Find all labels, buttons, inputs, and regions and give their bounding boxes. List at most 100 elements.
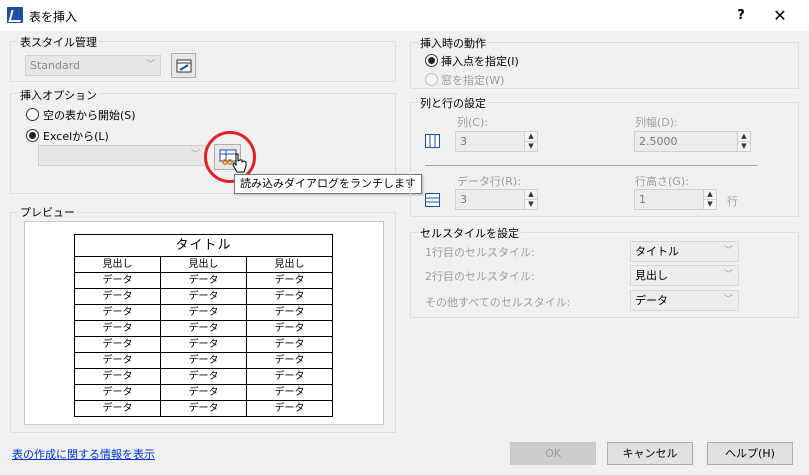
row-height-input[interactable]: 1 xyxy=(634,189,704,210)
preview-data-cell: データ xyxy=(74,272,161,289)
ok-button[interactable]: OK xyxy=(510,442,596,465)
column-width-input[interactable]: 2.5000 xyxy=(634,131,738,152)
preview-table: タイトル 見出し 見出し 見出し データ データ データ データ データ データ データ データデ… xyxy=(74,234,333,417)
table-style-select[interactable]: Standard ﹀ xyxy=(25,55,161,76)
chevron-down-icon: ﹀ xyxy=(145,60,155,70)
preview-data-cell: データ xyxy=(160,288,247,305)
preview-data-cell: データ xyxy=(160,320,247,337)
data-rows-spinner[interactable]: ▲ ▼ xyxy=(524,189,538,210)
preview-data-cell: データ xyxy=(74,384,161,401)
preview-data-cell: データ xyxy=(246,304,333,321)
preview-data-cell: データ xyxy=(74,320,161,337)
column-width-spinner[interactable]: ▲ ▼ xyxy=(737,131,751,152)
preview-header-cell: 見出し xyxy=(74,256,161,273)
other-rows-style-value: データ xyxy=(635,294,668,307)
second-row-style-value: 見出し xyxy=(635,269,668,282)
rows-cols-group-label: 列と行の設定 xyxy=(418,95,488,111)
preview-data-cell: データ xyxy=(246,368,333,385)
preview-data-cell: データ xyxy=(160,272,247,289)
title-bar xyxy=(0,0,809,31)
preview-data-row: データ データ データ xyxy=(74,336,333,353)
preview-data-cell: データ xyxy=(160,304,247,321)
edit-style-icon xyxy=(176,59,192,73)
preview-data-row: データ データ データ xyxy=(74,272,333,289)
data-rows-label: データ行(R): xyxy=(457,175,521,188)
preview-data-row: データ データ データ xyxy=(74,304,333,321)
cursor-hand-icon xyxy=(232,153,247,173)
preview-data-cell: データ xyxy=(160,368,247,385)
table-style-group-label: 表スタイル管理 xyxy=(18,34,99,50)
preview-data-cell: データ xyxy=(160,400,247,417)
table-style-value: Standard xyxy=(30,59,81,72)
insertion-point-radio[interactable] xyxy=(425,54,438,67)
preview-title-cell: タイトル xyxy=(74,234,333,257)
preview-data-cell: データ xyxy=(74,288,161,305)
preview-header-cell: 見出し xyxy=(246,256,333,273)
preview-data-row: データ データ データ xyxy=(74,400,333,417)
preview-data-cell: データ xyxy=(246,272,333,289)
chevron-down-icon: ﹀ xyxy=(723,270,733,280)
window-radio[interactable] xyxy=(425,73,438,86)
preview-data-cell: データ xyxy=(74,400,161,417)
preview-data-cell: データ xyxy=(246,352,333,369)
column-width-label: 列幅(D): xyxy=(635,116,678,129)
preview-data-row: データ データ データ xyxy=(74,320,333,337)
columns-input[interactable]: 3 xyxy=(455,131,525,152)
columns-spinner[interactable]: ▲ ▼ xyxy=(524,131,538,152)
close-button[interactable]: ✕ xyxy=(763,4,797,28)
insertion-point-label: 挿入点を指定(I) xyxy=(441,55,519,68)
row-unit-label: 行 xyxy=(727,195,738,208)
insert-behavior-group-label: 挿入時の動作 xyxy=(418,35,488,51)
cancel-button[interactable]: キャンセル xyxy=(607,442,693,465)
preview-data-cell: データ xyxy=(246,400,333,417)
other-rows-style-select[interactable]: データ ﹀ xyxy=(630,290,739,311)
columns-icon xyxy=(425,134,440,148)
window-title: 表を挿入 xyxy=(29,10,78,24)
import-tooltip: 読み込みダイアログをランチします xyxy=(234,174,422,194)
first-row-style-label: 1行目のセルスタイル: xyxy=(425,246,535,259)
data-rows-input[interactable]: 3 xyxy=(455,189,525,210)
table-style-dialog-button[interactable] xyxy=(171,53,196,78)
from-excel-label: Excelから(L) xyxy=(43,130,109,143)
help-button[interactable]: ヘルプ(H) xyxy=(707,442,793,465)
preview-data-row: データ データ データ xyxy=(74,288,333,305)
row-height-label: 行高さ(G): xyxy=(635,175,689,188)
preview-header-cell: 見出し xyxy=(160,256,247,273)
app-icon xyxy=(7,7,23,23)
preview-data-row: データ データ データ xyxy=(74,384,333,401)
preview-data-cell: データ xyxy=(74,368,161,385)
preview-data-cell: データ xyxy=(160,352,247,369)
preview-data-cell: データ xyxy=(246,320,333,337)
preview-data-cell: データ xyxy=(246,336,333,353)
rows-icon xyxy=(425,193,440,207)
preview-data-row: データ データ データ xyxy=(74,352,333,369)
rows-cols-divider xyxy=(425,165,757,166)
preview-group-label: プレビュー xyxy=(18,204,77,220)
chevron-down-icon: ﹀ xyxy=(190,150,200,160)
preview-data-cell: データ xyxy=(74,304,161,321)
empty-table-radio[interactable] xyxy=(26,108,39,121)
preview-data-cell: データ xyxy=(246,384,333,401)
preview-data-row: データ データ データ xyxy=(74,368,333,385)
row-height-spinner[interactable]: ▲ ▼ xyxy=(703,189,717,210)
preview-data-cell: データ xyxy=(74,352,161,369)
from-excel-radio[interactable] xyxy=(26,129,39,142)
preview-data-cell: データ xyxy=(160,384,247,401)
first-row-style-value: タイトル xyxy=(635,245,679,258)
excel-file-select[interactable]: ﹀ xyxy=(38,145,206,166)
other-rows-style-label: その他すべてのセルスタイル: xyxy=(425,296,571,309)
insert-options-group-label: 挿入オプション xyxy=(18,87,99,103)
columns-label: 列(C): xyxy=(457,116,488,129)
preview-data-cell: データ xyxy=(246,288,333,305)
help-title-button[interactable]: ? xyxy=(724,4,758,28)
chevron-down-icon: ﹀ xyxy=(723,295,733,305)
second-row-style-label: 2行目のセルスタイル: xyxy=(425,270,535,283)
help-info-link[interactable]: 表の作成に関する情報を表示 xyxy=(12,446,155,462)
preview-data-cell: データ xyxy=(74,336,161,353)
cell-styles-group-label: セルスタイルを設定 xyxy=(418,225,521,241)
preview-data-cell: データ xyxy=(160,336,247,353)
chevron-down-icon: ﹀ xyxy=(723,246,733,256)
window-label: 窓を指定(W) xyxy=(441,74,505,87)
first-row-style-select[interactable]: タイトル ﹀ xyxy=(630,241,739,262)
second-row-style-select[interactable]: 見出し ﹀ xyxy=(630,265,739,286)
